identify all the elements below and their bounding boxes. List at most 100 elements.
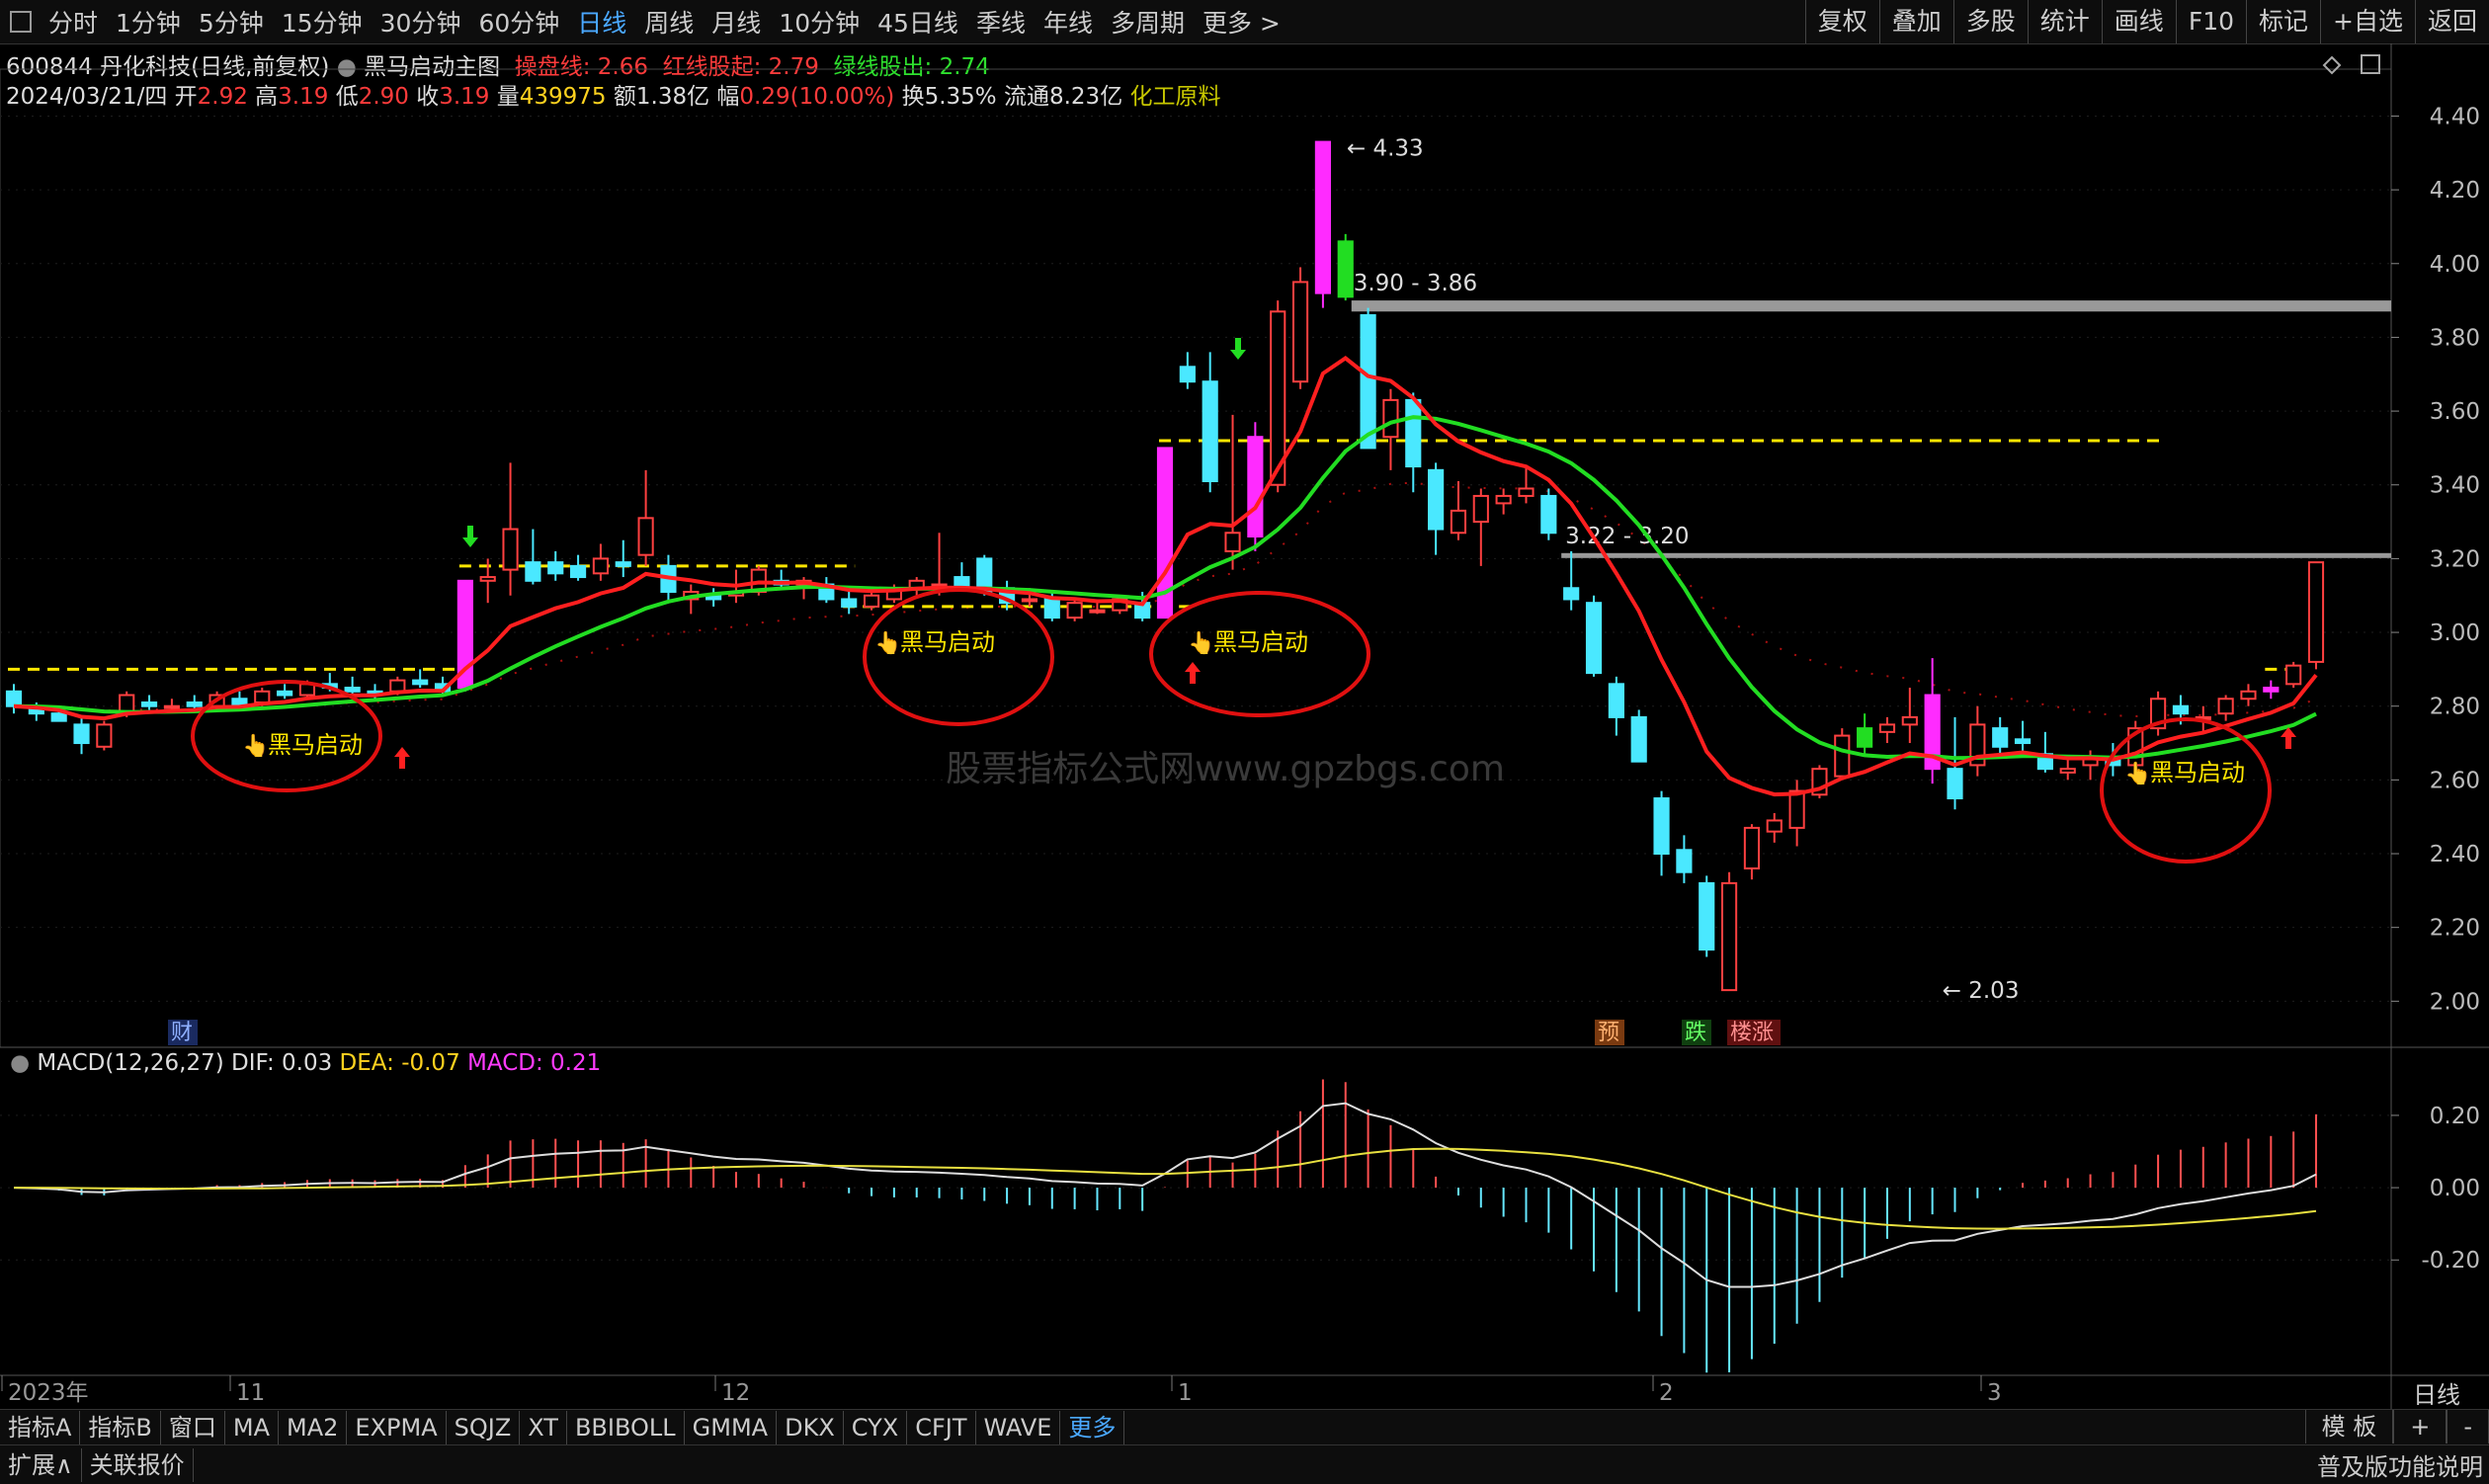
candle-body[interactable] [140,701,158,707]
candle-body[interactable] [2285,664,2302,686]
candle-body[interactable] [1089,609,1106,614]
period-tab[interactable]: 多周期 [1102,4,1194,40]
candle-body[interactable] [615,561,631,567]
tool-button[interactable]: 标记 [2246,0,2320,43]
candle-body[interactable] [2240,690,2257,701]
window-icon[interactable] [2361,54,2380,74]
candle-body[interactable] [1878,723,1896,733]
indicator-tab[interactable]: MA [225,1411,280,1444]
diamond-icon[interactable] [2322,55,2342,75]
period-tab[interactable]: 5分钟 [190,4,273,40]
candle-body[interactable] [5,690,23,707]
candle-body[interactable] [525,561,541,582]
candle-body[interactable] [569,564,587,579]
candle-body[interactable] [1472,494,1489,524]
candle-body[interactable] [1901,715,1918,726]
candle-body[interactable] [254,690,271,703]
candle-body[interactable] [1066,602,1083,619]
period-tab[interactable]: 30分钟 [372,4,470,40]
period-tab[interactable]: 年线 [1035,4,1102,40]
help-link[interactable]: 普及版功能说明 [2317,1447,2483,1482]
candle-body[interactable] [2307,561,2325,663]
candle-body[interactable] [1947,768,1963,800]
candle-body[interactable] [2059,768,2076,774]
candle-body[interactable] [1992,727,2009,748]
candle-body[interactable] [1291,281,1309,383]
candle-body[interactable] [1202,380,1218,483]
candle-body[interactable] [502,528,519,571]
period-tab[interactable]: 日线 [568,4,635,40]
indicator-tab[interactable]: CFJT [907,1411,976,1444]
candle-body[interactable] [1405,398,1422,468]
indicator-tab[interactable]: WAVE [976,1411,1061,1444]
tool-button[interactable]: 返回 [2414,0,2489,43]
template-button[interactable]: - [2447,1410,2489,1443]
candle-body[interactable] [298,683,316,697]
period-tab[interactable]: 季线 [967,4,1035,40]
candle-body[interactable] [2172,704,2190,715]
indicator-tab[interactable]: XT [520,1411,567,1444]
period-tab[interactable]: 1分钟 [107,4,190,40]
candle-body[interactable] [1676,849,1693,873]
candle-body[interactable] [1428,468,1445,531]
candle-body[interactable] [1540,494,1557,535]
tool-button[interactable]: 多股 [1952,0,2028,43]
indicator-tab[interactable]: 指标B [80,1411,161,1444]
candle-body[interactable] [1720,881,1738,992]
candle-body[interactable] [592,557,610,575]
candle-body[interactable] [1224,532,1241,552]
period-tab[interactable]: 分时 [40,4,107,40]
indicator-tab[interactable]: BBIBOLL [567,1411,685,1444]
candle-body[interactable] [1608,683,1624,718]
tool-button[interactable]: 复权 [1804,0,1879,43]
period-tab[interactable]: 15分钟 [273,4,372,40]
tool-button[interactable]: 画线 [2101,0,2176,43]
candle-body[interactable] [1834,734,1851,778]
candle-body[interactable] [412,679,429,686]
candle-body[interactable] [841,598,858,608]
period-tab[interactable]: 月线 [703,4,770,40]
candle-body[interactable] [1630,715,1647,763]
candle-body[interactable] [186,701,203,707]
period-tab[interactable]: 10分钟 [770,4,869,40]
candle-body[interactable] [1314,140,1331,294]
candle-body[interactable] [1699,881,1715,951]
indicator-tab[interactable]: CYX [844,1411,908,1444]
status-button[interactable]: 关联报价 [82,1447,194,1482]
indicator-tab[interactable]: SQJZ [447,1411,521,1444]
candle-body[interactable] [277,690,293,697]
candle-body[interactable] [1247,436,1264,538]
tool-button[interactable]: 叠加 [1878,0,1953,43]
candle-body[interactable] [50,712,67,722]
period-tab[interactable]: 45日线 [869,4,967,40]
indicator-tab[interactable]: EXPMA [347,1411,447,1444]
candle-body[interactable] [863,594,880,608]
period-tab[interactable]: 更多 > [1194,4,1289,40]
indicator-tab[interactable]: 更多 [1060,1411,1125,1444]
indicator-tab[interactable]: 窗口 [161,1411,225,1444]
indicator-tab[interactable]: DKX [777,1411,844,1444]
candle-body[interactable] [547,561,564,575]
candle-body[interactable] [1179,366,1196,383]
kline-chart[interactable]: 4.40 4.20 4.00 3.80 3.60 3.40 3.20 3.00 2.80 2.60… [0,43,2489,1409]
period-tab[interactable]: 60分钟 [469,4,568,40]
candle-body[interactable] [1743,826,1761,869]
tool-button[interactable]: F10 [2175,0,2246,43]
candle-body[interactable] [1766,819,1783,833]
candle-body[interactable] [2217,698,2234,715]
indicator-tab[interactable]: MA2 [279,1411,348,1444]
candle-body[interactable] [389,679,406,693]
candle-body[interactable] [1518,487,1535,497]
indicator-tab[interactable]: 指标A [0,1411,81,1444]
candle-body[interactable] [1788,789,1805,829]
candle-body[interactable] [1337,240,1354,298]
candle-body[interactable] [2014,738,2032,745]
candle-body[interactable] [1382,398,1399,439]
candle-body[interactable] [1563,587,1580,601]
template-button[interactable]: 模 板 [2304,1410,2394,1443]
macd-label[interactable]: MACD(12,26,27) [37,1050,223,1076]
candle-body[interactable] [344,687,361,693]
candle-body[interactable] [1360,314,1376,450]
candle-body[interactable] [1495,494,1512,505]
period-tab[interactable]: 周线 [635,4,703,40]
